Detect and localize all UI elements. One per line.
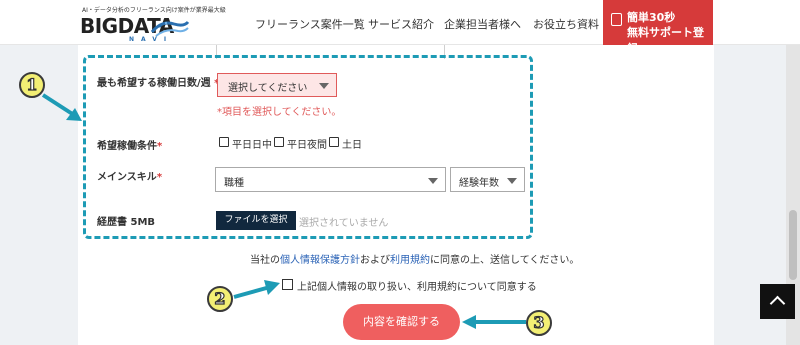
nav-resources[interactable]: お役立ち資料 bbox=[533, 16, 599, 32]
checkbox-box[interactable] bbox=[274, 137, 284, 147]
chevron-down-icon bbox=[428, 178, 438, 184]
free-support-register-button[interactable]: 簡単30秒 無料サポート登録 bbox=[603, 0, 713, 55]
chevron-up-icon bbox=[769, 295, 786, 312]
experience-years-select[interactable]: 経験年数 bbox=[450, 167, 525, 192]
workdays-select-value: 選択してください bbox=[228, 83, 308, 94]
privacy-policy-link[interactable]: 個人情報保護方針 bbox=[280, 255, 360, 266]
conditions-label: 希望稼働条件* bbox=[97, 141, 163, 152]
workdays-label: 最も希望する稼働日数/週 * bbox=[97, 74, 219, 89]
chevron-down-icon bbox=[319, 83, 329, 89]
terms-link[interactable]: 利用規約 bbox=[390, 255, 430, 266]
required-mark: * bbox=[156, 172, 163, 183]
checkbox-label: 平日夜間 bbox=[287, 140, 327, 151]
annotation-arrow-3 bbox=[462, 315, 526, 329]
checkbox-label: 平日日中 bbox=[232, 140, 272, 151]
logo-swirl-icon bbox=[150, 20, 190, 37]
annotation-arrow-1 bbox=[41, 93, 82, 121]
main-skill-label: メインスキル* bbox=[97, 172, 163, 183]
consent-text: 当社の個人情報保護方針および利用規約に同意の上、送信してください。 bbox=[250, 255, 580, 266]
cta-line-1: 簡単30秒 bbox=[627, 11, 676, 24]
confirm-submit-button[interactable]: 内容を確認する bbox=[343, 304, 460, 340]
workdays-select[interactable]: 選択してください bbox=[217, 73, 337, 97]
nav-freelance-jobs[interactable]: フリーランス案件一覧 bbox=[255, 16, 365, 32]
agree-checkbox-label: 上記個人情報の取り扱い、利用規約について同意する bbox=[297, 282, 537, 293]
annotation-badge-2: 2 bbox=[207, 286, 233, 312]
checkbox-box[interactable] bbox=[329, 137, 339, 147]
job-type-select-value: 職種 bbox=[224, 178, 244, 189]
file-status-text: 選択されていません bbox=[299, 218, 389, 229]
scroll-to-top-button[interactable] bbox=[760, 284, 795, 319]
resume-label: 経歴書 5MB bbox=[97, 217, 156, 228]
job-type-select[interactable]: 職種 bbox=[215, 167, 446, 192]
experience-years-select-value: 経験年数 bbox=[459, 178, 499, 189]
agree-checkbox[interactable] bbox=[282, 279, 293, 290]
scrollbar-thumb[interactable] bbox=[789, 210, 797, 280]
nav-service[interactable]: サービス紹介 bbox=[368, 16, 434, 32]
required-mark: * bbox=[157, 141, 163, 152]
checkbox-box[interactable] bbox=[219, 137, 229, 147]
chevron-down-icon bbox=[507, 178, 517, 184]
annotation-badge-3: 3 bbox=[526, 310, 552, 336]
annotation-arrow-2 bbox=[233, 280, 280, 299]
document-icon bbox=[611, 13, 622, 26]
logo-tagline: AI・データ分析のフリーランス向け案件が業界最大級 bbox=[82, 7, 226, 14]
workdays-error-message: *項目を選択してください。 bbox=[217, 107, 342, 118]
checkbox-label: 土日 bbox=[342, 140, 362, 151]
choose-file-button[interactable]: ファイルを選択 bbox=[216, 211, 296, 230]
nav-for-companies[interactable]: 企業担当者様へ bbox=[444, 16, 521, 32]
site-header: AI・データ分析のフリーランス向け案件が業界最大級 BIGDATA NAVI フ… bbox=[0, 0, 800, 55]
